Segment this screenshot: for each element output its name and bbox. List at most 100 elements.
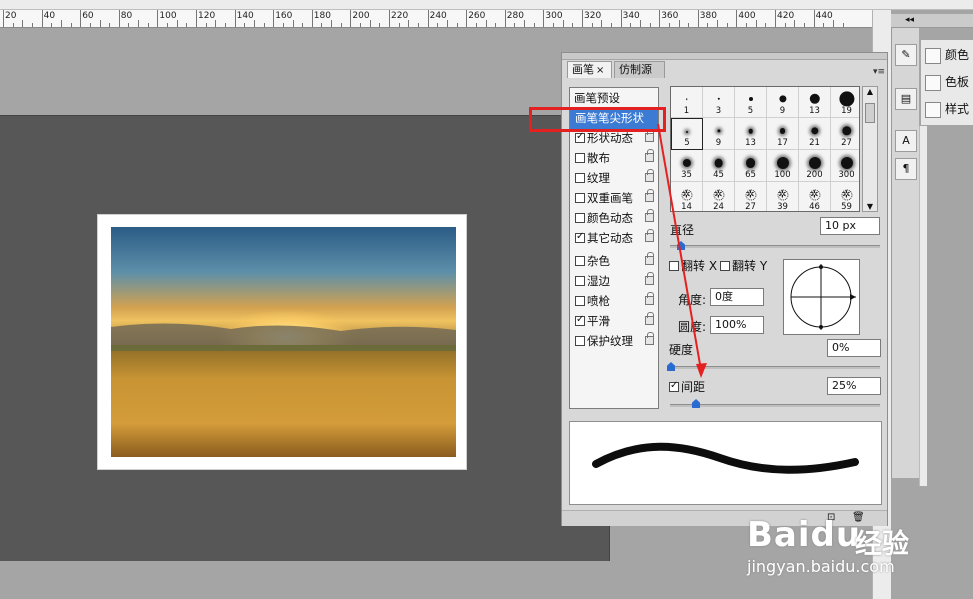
lock-icon[interactable] (645, 332, 654, 345)
brush-setting-item[interactable]: 颜色动态 (570, 209, 658, 229)
lock-icon[interactable] (645, 312, 654, 325)
lock-icon[interactable] (645, 149, 654, 162)
brush-tool-icon[interactable]: ✎ (895, 44, 917, 66)
setting-checkbox[interactable] (575, 153, 585, 163)
setting-checkbox[interactable] (575, 256, 585, 266)
character-icon[interactable]: A (895, 130, 917, 152)
diameter-slider-knob[interactable] (677, 241, 685, 250)
lock-icon[interactable] (645, 272, 654, 285)
dock-scrollbar[interactable] (919, 126, 927, 486)
angle-input[interactable]: 0度 (710, 288, 764, 306)
flip-x-option[interactable]: 翻转 X (669, 257, 717, 274)
brush-setting-item[interactable]: 保护纹理 (570, 332, 658, 352)
paragraph-icon[interactable]: ¶ (895, 158, 917, 180)
collapse-arrows-icon[interactable]: ◂◂ (905, 15, 914, 25)
brush-tip-cell[interactable]: 1 (671, 87, 703, 118)
brush-setting-item[interactable]: 散布 (570, 149, 658, 169)
brush-tip-cell[interactable]: 13 (799, 87, 831, 118)
lock-icon[interactable] (645, 189, 654, 202)
panel-menu-icon[interactable]: ▾≡ (873, 67, 885, 77)
flip-y-checkbox[interactable] (720, 261, 730, 271)
flip-x-checkbox[interactable] (669, 261, 679, 271)
brush-setting-item[interactable]: 双重画笔 (570, 189, 658, 209)
angle-roundness-widget[interactable] (783, 259, 860, 335)
brush-tip-cell[interactable]: 3 (703, 87, 735, 118)
spacing-slider[interactable] (670, 404, 880, 407)
panel-collapse-bar[interactable]: ◂◂ (891, 14, 973, 28)
setting-checkbox[interactable] (575, 230, 585, 244)
close-icon[interactable]: × (596, 65, 604, 76)
setting-checkbox[interactable] (575, 296, 585, 306)
brush-setting-item[interactable]: 平滑 (570, 312, 658, 332)
scroll-up-icon[interactable]: ▲ (863, 87, 877, 96)
diameter-input[interactable]: 10 px (820, 217, 880, 235)
lock-icon[interactable] (645, 209, 654, 222)
brush-setting-item[interactable]: 喷枪 (570, 292, 658, 312)
brush-tip-cell[interactable]: 5 (735, 87, 767, 118)
right-panel-item-swatches[interactable]: 色板 (925, 71, 969, 93)
setting-checkbox[interactable] (575, 313, 585, 327)
tab-label: 画笔 (572, 63, 594, 76)
ruler-label: 300 (545, 11, 563, 21)
brush-tip-cell[interactable]: 45 (703, 150, 735, 182)
setting-checkbox[interactable] (575, 130, 585, 144)
brush-setting-item[interactable]: 其它动态 (570, 229, 658, 249)
hardness-slider-knob[interactable] (667, 362, 675, 371)
brush-tip-cell[interactable]: 27 (831, 118, 859, 150)
brush-tip-cell[interactable]: 5 (671, 118, 703, 150)
brush-tip-shape (714, 158, 723, 168)
brush-tip-cell[interactable]: ✲ 46 (799, 182, 831, 211)
brush-tip-cell[interactable]: 35 (671, 150, 703, 182)
brush-setting-item[interactable]: 纹理 (570, 169, 658, 189)
document-icon[interactable]: ▤ (895, 88, 917, 110)
flip-y-option[interactable]: 翻转 Y (720, 257, 767, 274)
brush-tip-cell[interactable]: 9 (767, 87, 799, 118)
scroll-thumb[interactable] (865, 103, 875, 123)
hardness-slider[interactable] (670, 366, 880, 369)
spacing-option[interactable]: 间距 (669, 378, 705, 395)
brush-tip-cell[interactable]: ✲ 24 (703, 182, 735, 211)
panel-grip[interactable] (562, 53, 887, 60)
right-panel-item-color[interactable]: 颜色 (925, 44, 969, 66)
brush-tip-cell[interactable]: 9 (703, 118, 735, 150)
brush-tip-cell[interactable]: 17 (767, 118, 799, 150)
setting-checkbox[interactable] (575, 336, 585, 346)
lock-icon[interactable] (645, 292, 654, 305)
brush-setting-item[interactable]: 杂色 (570, 252, 658, 272)
brush-presets-item[interactable]: 画笔预设 (570, 89, 658, 109)
brush-grid-scrollbar[interactable]: ▲ ▼ (862, 86, 878, 212)
brush-tip-cell[interactable]: 13 (735, 118, 767, 150)
tab-brush[interactable]: 画笔 × (567, 61, 612, 78)
brush-tip-shape (808, 157, 821, 169)
brush-tip-cell[interactable]: 21 (799, 118, 831, 150)
spacing-checkbox[interactable] (669, 379, 679, 393)
brush-setting-item[interactable]: 湿边 (570, 272, 658, 292)
brush-tip-cell[interactable]: ✲ 59 (831, 182, 859, 211)
lock-icon[interactable] (645, 129, 654, 142)
hardness-input[interactable]: 0% (827, 339, 881, 357)
spacing-slider-knob[interactable] (692, 399, 700, 408)
wheat-field-photo[interactable] (111, 227, 456, 457)
brush-tip-cell[interactable]: 100 (767, 150, 799, 182)
scroll-down-icon[interactable]: ▼ (863, 202, 877, 211)
brush-tip-cell[interactable]: 300 (831, 150, 859, 182)
lock-icon[interactable] (645, 252, 654, 265)
tab-clone-source[interactable]: 仿制源 (614, 61, 665, 78)
setting-checkbox[interactable] (575, 173, 585, 183)
brush-tip-cell[interactable]: 65 (735, 150, 767, 182)
brush-tip-cell[interactable]: 200 (799, 150, 831, 182)
roundness-input[interactable]: 100% (710, 316, 764, 334)
right-panel-item-styles[interactable]: 样式 (925, 98, 969, 120)
brush-tip-cell[interactable]: ✲ 14 (671, 182, 703, 211)
diameter-slider[interactable] (670, 245, 880, 248)
setting-checkbox[interactable] (575, 213, 585, 223)
brush-tip-cell[interactable]: 19 (831, 87, 859, 118)
setting-checkbox[interactable] (575, 276, 585, 286)
brush-tip-cell[interactable]: ✲ 27 (735, 182, 767, 211)
brush-setting-item[interactable]: 形状动态 (570, 129, 658, 149)
lock-icon[interactable] (645, 229, 654, 242)
lock-icon[interactable] (645, 169, 654, 182)
brush-tip-cell[interactable]: ✲ 39 (767, 182, 799, 211)
setting-checkbox[interactable] (575, 193, 585, 203)
spacing-input[interactable]: 25% (827, 377, 881, 395)
